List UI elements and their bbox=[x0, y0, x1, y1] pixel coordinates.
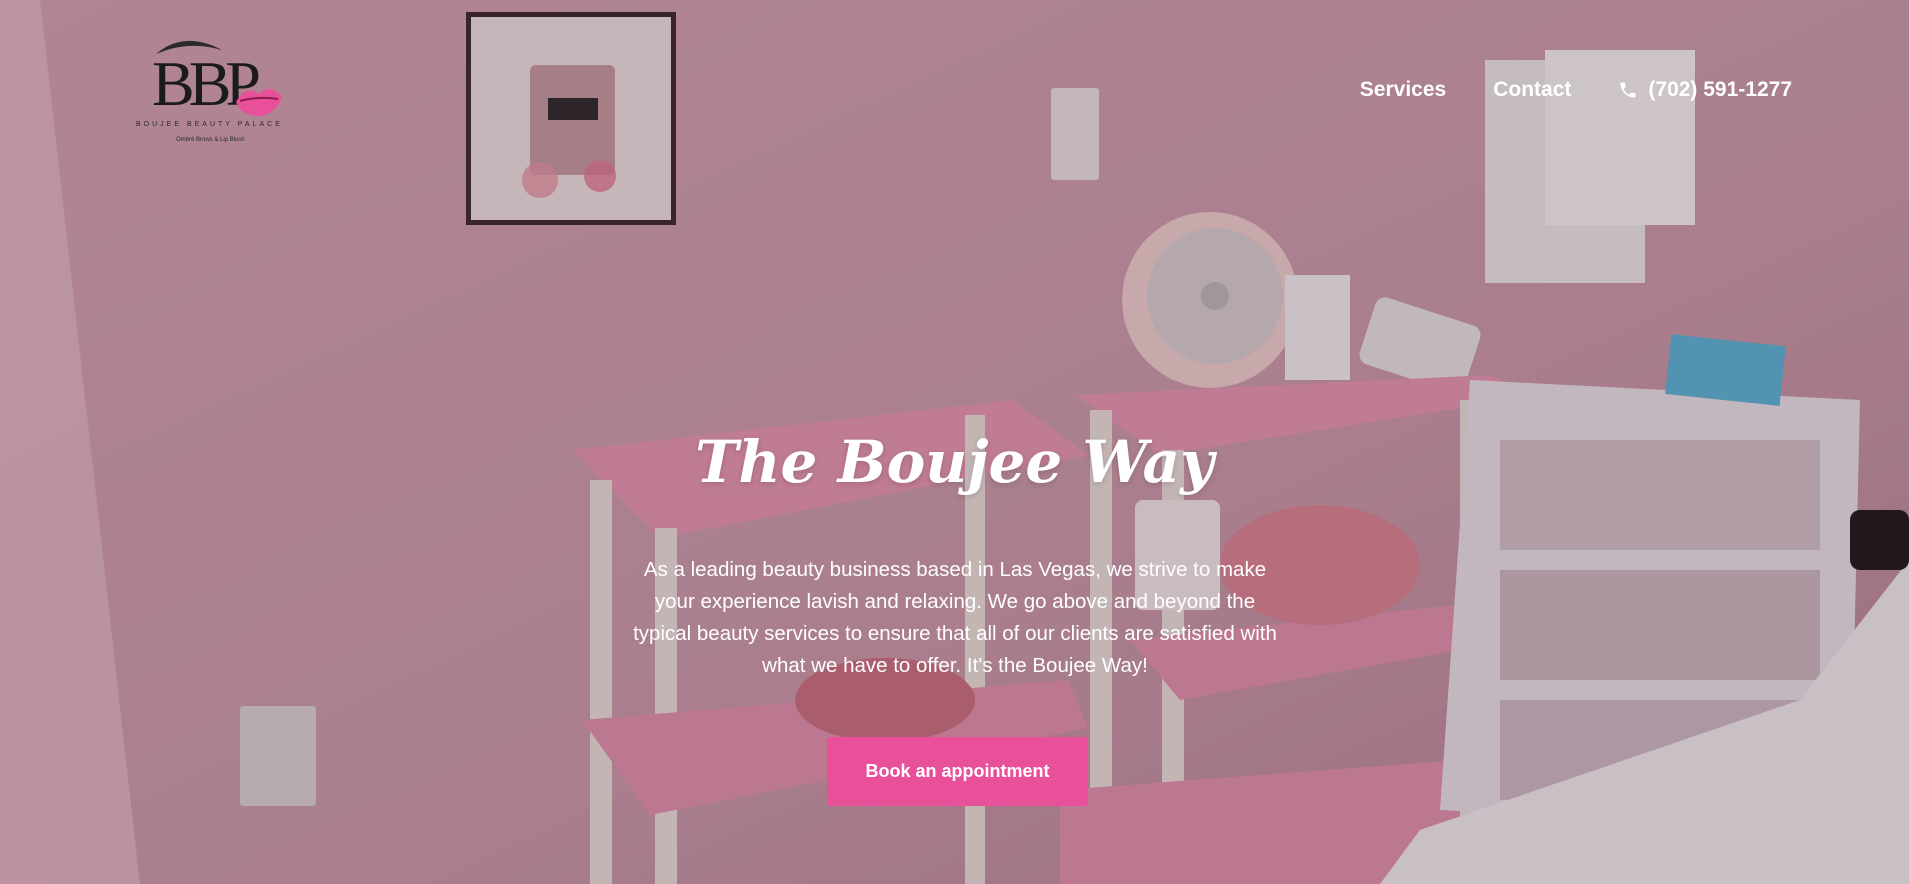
hero-content: The Boujee Way As a leading beauty busin… bbox=[0, 0, 1909, 884]
hero-description: As a leading beauty business based in La… bbox=[633, 558, 1277, 677]
hero-section: BBP BOUJEE BEAUTY PALACE Ombré Brows & L… bbox=[0, 0, 1909, 884]
hero-title: The Boujee Way bbox=[695, 428, 1214, 496]
book-appointment-button[interactable]: Book an appointment bbox=[827, 737, 1088, 806]
